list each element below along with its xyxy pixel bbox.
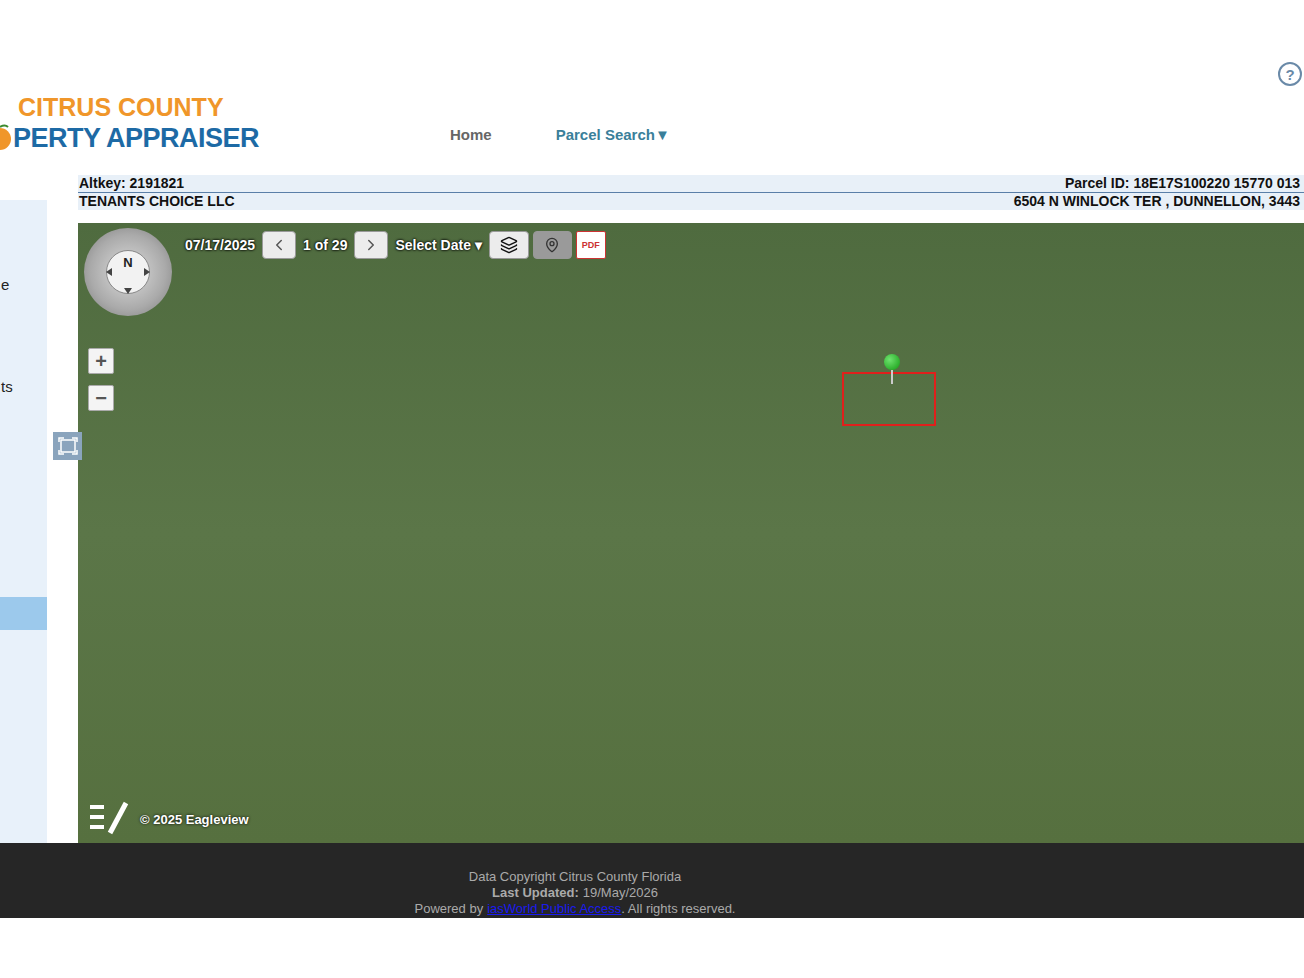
main: e ts Altkey: 2191821 Parcel ID: 18E17S10022…	[0, 175, 1304, 843]
address: 6504 N WINLOCK TER , DUNNELLON, 3443	[1014, 193, 1300, 210]
compass-north: N	[106, 250, 150, 294]
pin-icon	[544, 237, 560, 253]
logo-title: CITRUS COUNTY	[0, 92, 300, 122]
pdf-button[interactable]: PDF	[576, 231, 606, 259]
orange-icon	[0, 124, 12, 152]
header: CITRUS COUNTYPERTY APPRAISER Home Parcel S…	[0, 0, 1304, 175]
footer-link[interactable]: iasWorld Public Access	[487, 901, 621, 917]
footer-updated: Last Updated:19/May/2026	[492, 885, 658, 901]
parcel-outline	[842, 372, 936, 426]
sidebar-item[interactable]: e	[0, 275, 47, 295]
zoom-in-button[interactable]: +	[88, 348, 114, 374]
select-date[interactable]: Select Date ▾	[392, 237, 484, 253]
logo-subtitle: PERTY APPRAISER	[13, 122, 259, 154]
help-button[interactable]: ?	[1278, 62, 1302, 86]
location-pin-icon	[884, 354, 900, 384]
arrow-right-icon	[142, 267, 152, 277]
capture-date: 07/17/2025	[182, 237, 258, 253]
info-row: TENANTS CHOICE LLC 6504 N WINLOCK TER , D…	[78, 193, 1304, 210]
map-copyright: © 2025 Eagleview	[140, 812, 249, 827]
logo-row: PERTY APPRAISER	[0, 122, 300, 154]
zoom-out-button[interactable]: −	[88, 385, 114, 411]
logo: CITRUS COUNTYPERTY APPRAISER	[0, 0, 300, 154]
info-row: Altkey: 2191821 Parcel ID: 18E17S100220 1…	[78, 175, 1304, 193]
content: Altkey: 2191821 Parcel ID: 18E17S100220 1…	[78, 175, 1304, 843]
footer-powered: Powered byiasWorld Public Access. All ri…	[415, 901, 736, 917]
pin-button[interactable]	[533, 231, 572, 259]
attribution: © 2025 Eagleview	[88, 801, 249, 837]
footer-copyright: Data Copyright Citrus County Florida	[469, 869, 681, 885]
nav: Home Parcel Search▼	[450, 0, 670, 146]
parcel-id: Parcel ID: 18E17S100220 15770 013	[1065, 175, 1300, 192]
chevron-left-icon	[270, 236, 288, 254]
map-toolbar: 07/17/2025 1 of 29 Select Date ▾ PDF	[182, 231, 606, 259]
footer: Data Copyright Citrus County FloridaLast…	[0, 843, 1304, 918]
layers-icon	[500, 236, 518, 254]
prev-button[interactable]	[262, 231, 296, 259]
aerial-map[interactable]: N + − 07/17/2025 1 of 29 Select Date ▾ PDF © 20…	[78, 223, 1304, 843]
compass[interactable]: N	[84, 228, 172, 316]
fullscreen-icon	[58, 437, 78, 455]
sidebar: e ts	[0, 200, 47, 843]
chevron-right-icon	[362, 236, 380, 254]
layers-button[interactable]	[489, 231, 529, 259]
nav-link[interactable]: Home	[450, 124, 492, 146]
page: CITRUS COUNTYPERTY APPRAISER Home Parcel S…	[0, 0, 1304, 978]
fullscreen-button[interactable]	[53, 432, 82, 460]
sidebar-item[interactable]	[0, 597, 47, 630]
next-button[interactable]	[354, 231, 388, 259]
altkey: Altkey: 2191821	[79, 175, 184, 192]
eagleview-logo-icon	[88, 801, 132, 837]
arrow-down-icon	[123, 286, 133, 296]
sidebar-item[interactable]: ts	[0, 377, 47, 397]
image-counter: 1 of 29	[300, 237, 350, 253]
arrow-left-icon	[104, 267, 114, 277]
owner: TENANTS CHOICE LLC	[79, 193, 235, 210]
nav-link[interactable]: Parcel Search▼	[556, 124, 670, 146]
